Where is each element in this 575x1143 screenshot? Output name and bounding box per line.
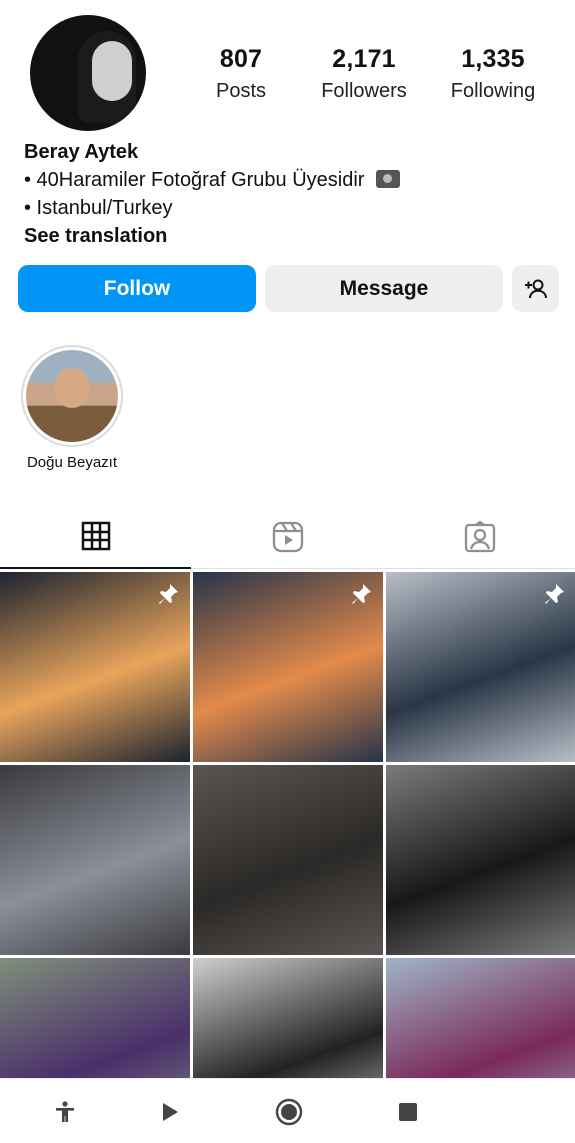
post-thumbnail[interactable] (0, 572, 190, 762)
profile-tabs (0, 505, 575, 569)
following-label: Following (450, 80, 536, 102)
profile-bio: Beray Aytek • 40Haramiler Fotoğraf Grubu… (24, 138, 564, 250)
bio-line-2: • Istanbul/Turkey (24, 197, 173, 219)
record-icon (275, 1098, 303, 1126)
see-translation-link[interactable]: See translation (24, 222, 564, 250)
nav-record-button[interactable] (272, 1095, 306, 1129)
system-nav-bar (0, 1078, 575, 1143)
bio-line-1-text: • 40Haramiler Fotoğraf Grubu Üyesidir (24, 169, 365, 191)
pin-icon (545, 584, 564, 604)
tab-tagged[interactable] (384, 505, 575, 569)
following-count: 1,335 (461, 45, 525, 73)
post-thumbnail[interactable] (386, 958, 575, 1078)
profile-header: 807 Posts 2,171 Followers 1,335 Followin… (0, 0, 575, 140)
nav-accessibility-button[interactable] (48, 1095, 82, 1129)
post-thumbnail[interactable] (0, 958, 190, 1078)
accessibility-icon (56, 1101, 74, 1122)
story-highlight[interactable]: Doğu Beyazıt (17, 345, 127, 471)
followers-count: 2,171 (332, 45, 396, 73)
stat-posts[interactable]: 807 Posts (176, 45, 306, 103)
nav-play-button[interactable] (153, 1095, 187, 1129)
highlight-label: Doğu Beyazıt (26, 454, 118, 471)
stat-following[interactable]: 1,335 Following (428, 45, 558, 103)
posts-grid (0, 572, 575, 1078)
play-icon (163, 1103, 178, 1121)
reels-icon (272, 521, 303, 553)
post-thumbnail[interactable] (386, 765, 575, 955)
posts-count: 807 (219, 45, 263, 73)
nav-stop-button[interactable] (391, 1095, 425, 1129)
profile-stats: 807 Posts 2,171 Followers 1,335 Followin… (170, 45, 575, 115)
grid-icon (81, 521, 110, 551)
post-thumbnail[interactable] (0, 765, 190, 955)
add-person-icon (524, 279, 547, 298)
tab-posts-grid[interactable] (0, 505, 191, 569)
bio-line-1: • 40Haramiler Fotoğraf Grubu Üyesidir (24, 166, 564, 194)
tab-reels[interactable] (192, 505, 383, 569)
suggest-people-button[interactable] (512, 265, 559, 312)
pin-icon (352, 584, 371, 604)
tagged-icon (464, 521, 495, 553)
post-thumbnail[interactable] (386, 572, 575, 762)
profile-avatar[interactable] (30, 15, 146, 131)
camera-icon (376, 170, 401, 188)
stat-followers[interactable]: 2,171 Followers (299, 45, 429, 103)
pin-icon (159, 584, 178, 604)
posts-label: Posts (215, 80, 267, 102)
post-thumbnail[interactable] (193, 765, 383, 955)
follow-button[interactable]: Follow (18, 265, 256, 312)
highlight-ring (21, 345, 123, 447)
stop-icon (399, 1103, 417, 1121)
profile-name: Beray Aytek (24, 141, 139, 163)
highlight-cover-image (26, 350, 118, 442)
post-thumbnail[interactable] (193, 958, 383, 1078)
message-button[interactable]: Message (265, 265, 503, 312)
followers-label: Followers (321, 80, 407, 102)
post-thumbnail[interactable] (193, 572, 383, 762)
